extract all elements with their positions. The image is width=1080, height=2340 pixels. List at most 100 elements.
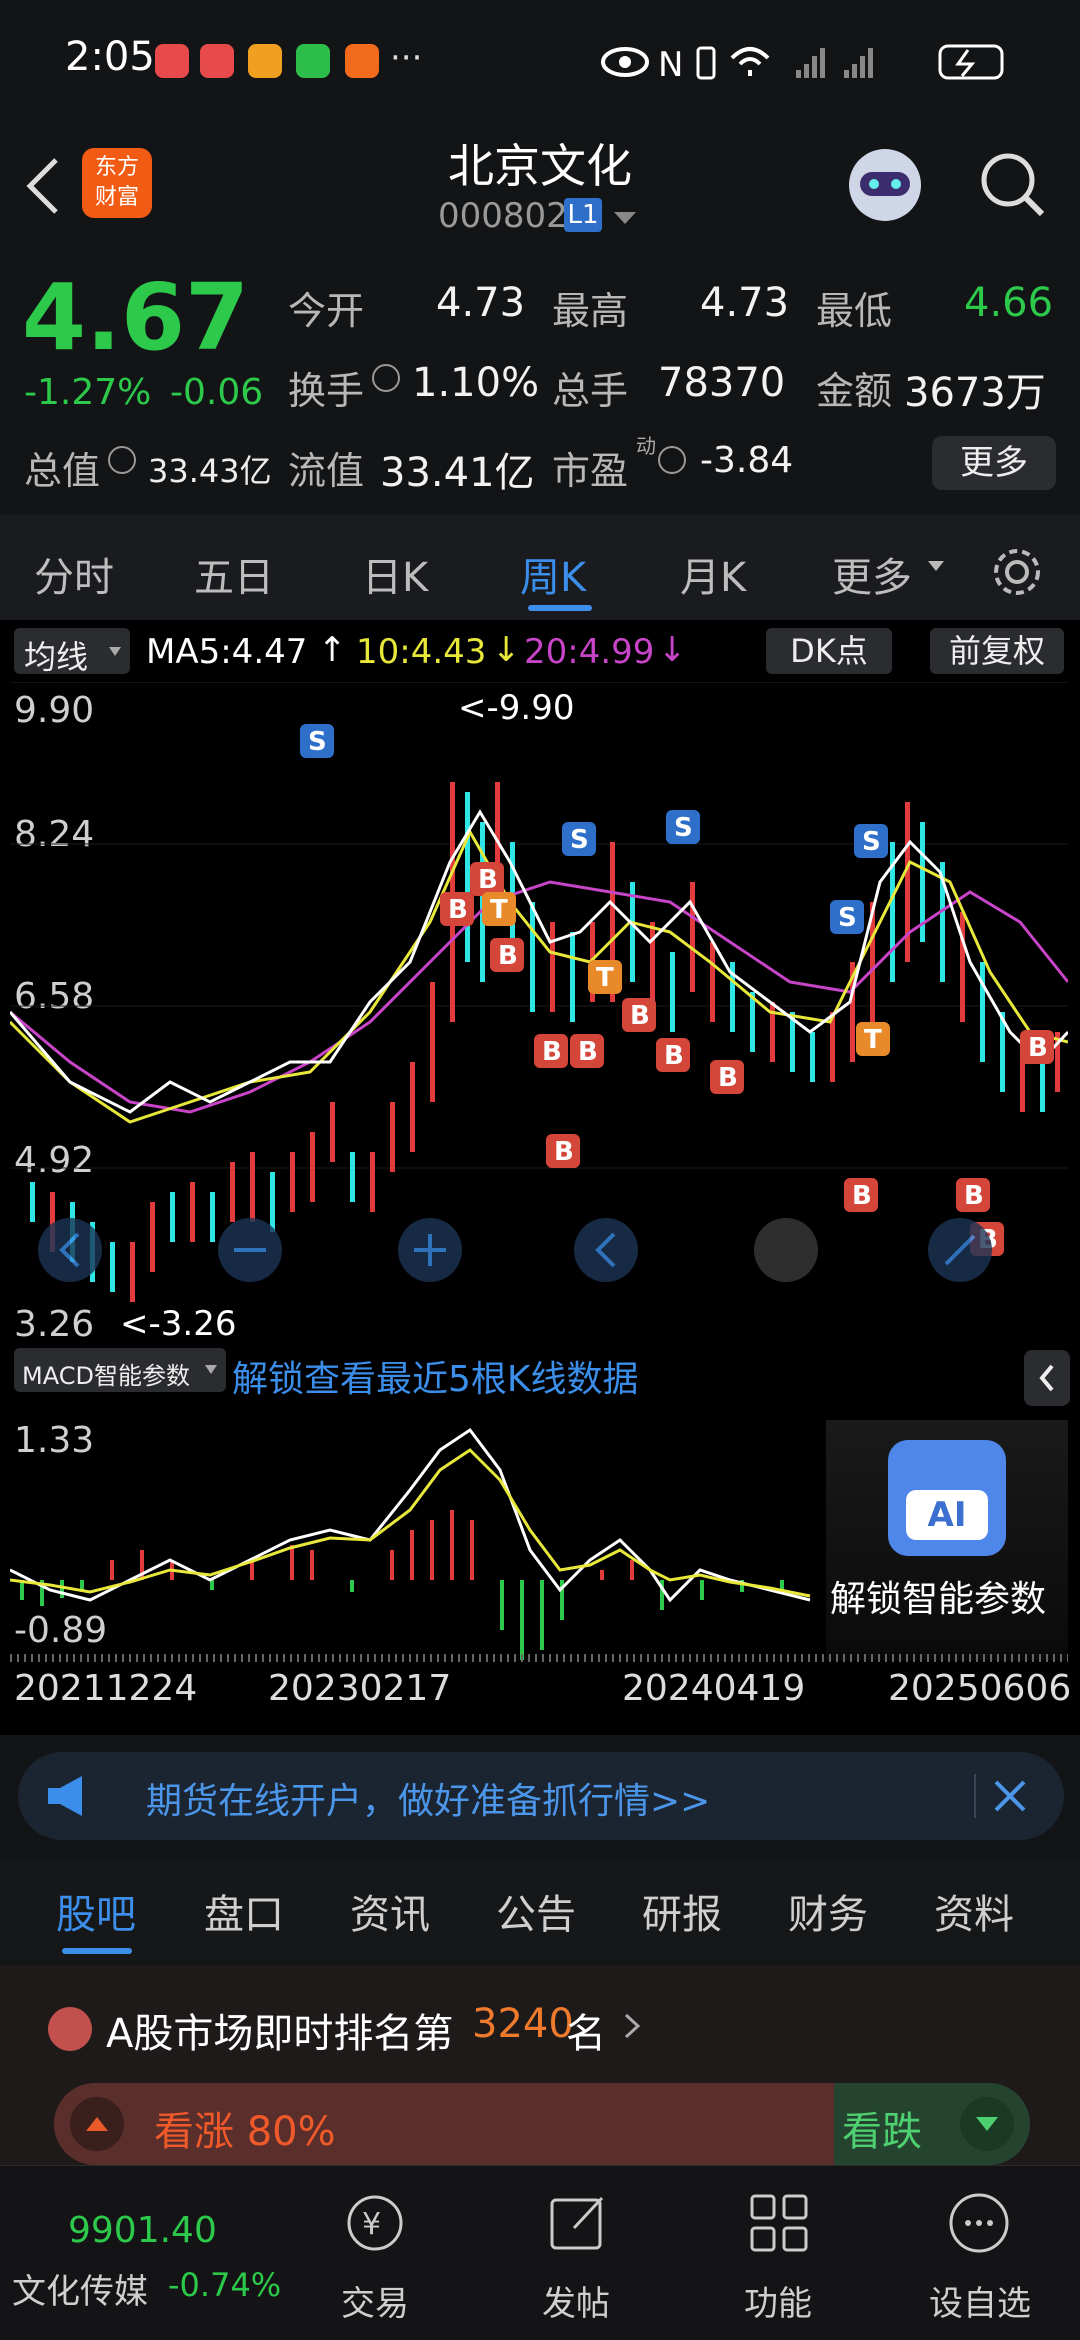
change-absolute: -0.06 [170, 372, 264, 413]
chevron-down-icon [928, 561, 944, 571]
unlock-kline-link[interactable]: 解锁查看最近5根K线数据 [232, 1350, 639, 1402]
rank-suffix[interactable]: 名 [566, 2001, 606, 2059]
collapse-panel-button[interactable] [1024, 1350, 1070, 1406]
status-bar: 2:05 ··· N [0, 0, 1080, 120]
notification-icon [200, 44, 234, 78]
ma-select[interactable]: 均线 [14, 628, 130, 676]
tab-pankou[interactable]: 盘口 [204, 1882, 284, 1940]
nav-post[interactable]: 发帖 [476, 2276, 676, 2325]
tab-week-k[interactable]: 周K [520, 545, 586, 603]
down-arrow-icon: ↓ [492, 630, 521, 670]
high-value: 4.73 [700, 280, 790, 326]
post-edit-icon[interactable] [544, 2188, 614, 2258]
info-icon[interactable] [108, 446, 136, 474]
kline-plot[interactable]: S S S S S B B T B T B B B B B T B B B B … [10, 682, 1068, 1342]
sentiment-bar[interactable]: 看涨 80% 看跌 [54, 2083, 1030, 2165]
float-value: 33.41亿 [380, 450, 535, 496]
level-badge[interactable]: L1 [564, 198, 602, 232]
buy-signal-marker: B [664, 1041, 684, 1071]
ma10-value: 10:4.43 [356, 632, 487, 672]
macd-plot[interactable] [10, 1410, 830, 1660]
rank-number[interactable]: 3240 [472, 2001, 574, 2047]
banner-text[interactable]: 期货在线开户，做好准备抓行情>> [146, 1772, 710, 1824]
weibo-icon [248, 44, 282, 78]
add-favorite-icon[interactable] [944, 2188, 1014, 2258]
sell-signal-marker: S [570, 825, 589, 855]
amount-label: 金额 [816, 369, 893, 413]
tab-five-day[interactable]: 五日 [194, 545, 274, 603]
notification-icon [345, 44, 379, 78]
tab-profile[interactable]: 资料 [934, 1882, 1014, 1940]
more-notifications-icon: ··· [390, 38, 423, 78]
notification-icon [155, 44, 189, 78]
index-name[interactable]: 文化传媒 [12, 2264, 148, 2313]
open-value: 4.73 [436, 280, 526, 326]
buy-signal-marker: B [852, 1181, 872, 1211]
chevron-down-icon[interactable] [612, 208, 638, 228]
svg-text:¥: ¥ [362, 2207, 381, 2242]
t-signal-marker: T [490, 895, 508, 925]
max-price-label: <-9.90 [458, 688, 575, 728]
quote-panel: 4.67 -1.27% -0.06 今开 4.73 最高 4.73 最低 4.6… [0, 250, 1080, 515]
buy-signal-marker: B [448, 895, 468, 925]
tab-day-k[interactable]: 日K [362, 545, 428, 603]
tab-guba[interactable]: 股吧 [56, 1882, 136, 1940]
t-signal-marker: T [864, 1025, 882, 1055]
stock-code: 000802 [438, 196, 568, 236]
nav-trade[interactable]: 交易 [275, 2276, 475, 2325]
buy-signal-marker: B [542, 1037, 562, 1067]
low-label: 最低 [816, 289, 893, 333]
x-axis-label: 20230217 [268, 1668, 452, 1709]
change-percent: -1.27% [24, 372, 152, 413]
chevron-right-icon[interactable] [622, 2011, 642, 2041]
nfc-icon: N [658, 45, 683, 84]
bull-icon [70, 2097, 124, 2151]
settings-gear-icon[interactable] [990, 545, 1044, 599]
search-icon[interactable] [978, 150, 1048, 220]
nav-function[interactable]: 功能 [678, 2276, 878, 2325]
ai-unlock-panel[interactable]: AI 解锁智能参数 [826, 1420, 1068, 1660]
chevron-left-icon [1039, 1364, 1054, 1392]
function-grid-icon[interactable] [744, 2188, 814, 2258]
info-tabs: 股吧 盘口 资讯 公告 研报 财务 资料 [0, 1860, 1080, 1960]
status-time: 2:05 [65, 34, 155, 80]
tab-announcements[interactable]: 公告 [496, 1882, 576, 1940]
up-arrow-icon: ↑ [318, 630, 347, 670]
pe-label: 市盈 [552, 449, 629, 493]
tab-fenshi[interactable]: 分时 [34, 545, 114, 603]
nav-add-watchlist[interactable]: 设自选 [880, 2276, 1080, 2325]
close-icon[interactable] [990, 1776, 1030, 1816]
buy-signal-marker: B [718, 1063, 738, 1093]
tab-month-k[interactable]: 月K [680, 545, 746, 603]
rank-prefix[interactable]: A股市场即时排名第 [106, 2001, 453, 2059]
bottom-nav: 9901.40 文化传媒 -0.74% ¥ 交易 发帖 功能 设自选 [0, 2165, 1080, 2340]
tab-research[interactable]: 研报 [642, 1882, 722, 1940]
index-change[interactable]: -0.74% [168, 2266, 281, 2304]
more-button[interactable]: 更多 [932, 436, 1056, 490]
high-label: 最高 [552, 289, 629, 333]
buy-signal-marker: B [630, 1001, 650, 1031]
turnover-label: 换手 [288, 369, 365, 413]
info-icon[interactable] [658, 446, 686, 474]
min-price-label: <-3.26 [120, 1304, 237, 1344]
macd-select[interactable]: MACD智能参数 [14, 1348, 226, 1392]
index-value[interactable]: 9901.40 [68, 2210, 217, 2251]
float-label: 流值 [288, 449, 365, 493]
sell-signal-marker: S [838, 903, 857, 933]
system-status-icons: N [601, 44, 1004, 84]
dk-point-button[interactable]: DK点 [766, 628, 892, 674]
tab-news[interactable]: 资讯 [350, 1882, 430, 1940]
promo-banner[interactable]: 期货在线开户，做好准备抓行情>> [18, 1752, 1064, 1840]
volume-label: 总手 [552, 369, 629, 413]
turnover-value: 1.10% [412, 360, 540, 406]
ma20-value: 20:4.99 [524, 632, 655, 672]
info-icon[interactable] [372, 364, 400, 392]
sell-signal-marker: S [862, 827, 881, 857]
adjust-mode-button[interactable]: 前复权 [930, 628, 1064, 674]
tab-more[interactable]: 更多 [832, 545, 912, 603]
chevron-down-icon [109, 647, 121, 656]
buy-signal-marker: B [578, 1037, 598, 1067]
trade-icon[interactable]: ¥ [340, 2188, 410, 2258]
robot-assistant-icon[interactable] [840, 140, 930, 230]
tab-finance[interactable]: 财务 [788, 1882, 868, 1940]
